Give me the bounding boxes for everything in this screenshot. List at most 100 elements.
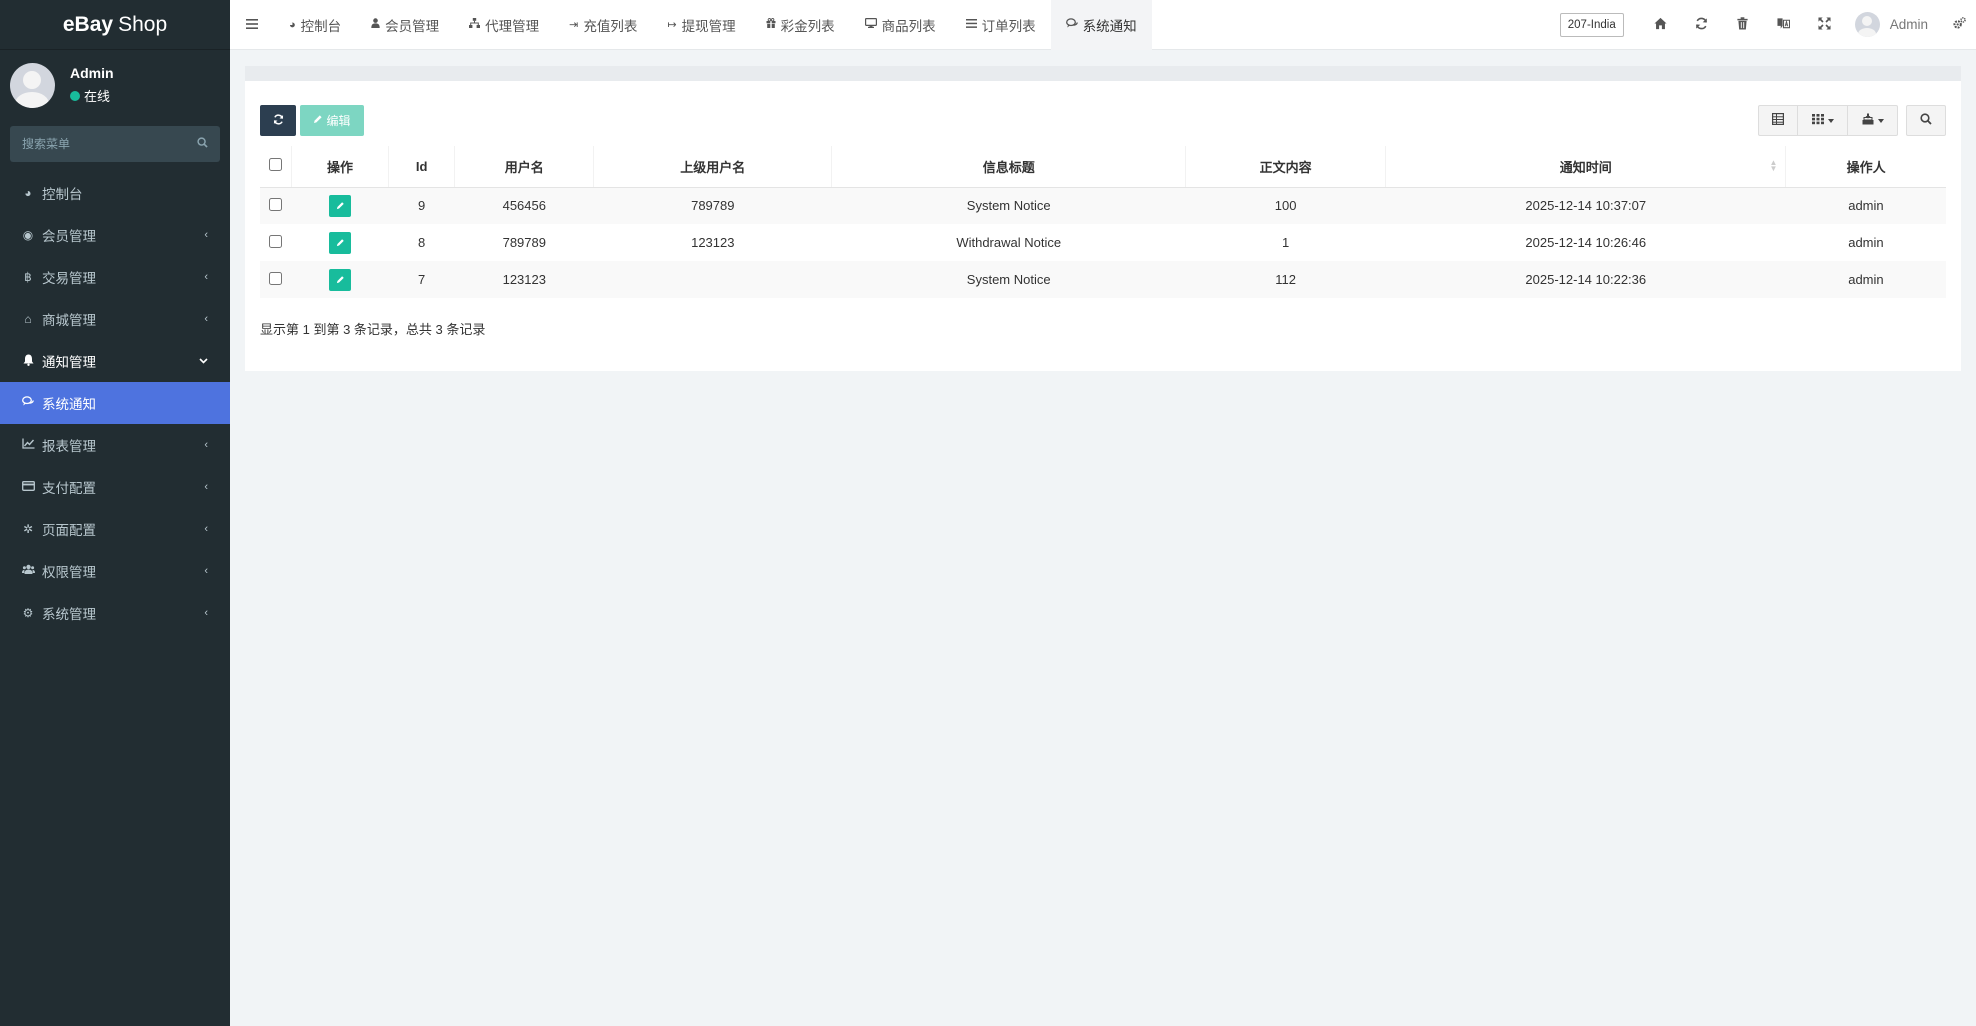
row-checkbox[interactable] [269,197,283,211]
sidebar-item-page-config[interactable]: ✲ 页面配置 ‹ [0,508,230,550]
tab-agents[interactable]: 代理管理 [454,0,554,50]
pencil-icon [336,276,344,284]
tab-label: 订单列表 [981,18,1036,34]
refresh-icon [273,113,284,128]
tab-label: 提现管理 [681,18,736,34]
cell-username: 123123 [454,261,594,298]
table-row[interactable]: 8 789789 123123 Withdrawal Notice 1 2025… [260,224,1946,261]
tab-label: 商品列表 [881,18,936,34]
sign-in-icon: ⇥ [569,19,579,31]
pagination-info: 显示第 1 到第 3 条记录，总共 3 条记录 [260,322,486,337]
tab-dashboard[interactable]: ◕ 控制台 [274,0,356,50]
table-row[interactable]: 9 456456 789789 System Notice 100 2025-1… [260,187,1946,224]
column-header-sortable[interactable]: 通知时间 ▲ ▼ [1385,146,1786,188]
sidebar-item-label: 商城管理 [42,313,96,328]
table-view-icon [1772,113,1785,128]
header-actions: 207-India Admin [1559,0,1976,50]
row-edit-button[interactable] [329,194,352,217]
row-checkbox[interactable] [269,234,283,248]
tab-system-notice[interactable]: 系统通知 [1050,0,1152,50]
tab-label: 充值列表 [583,18,638,34]
sidebar-item-system[interactable]: ⚙ 系统管理 ‹ [0,592,230,634]
chevron-left-icon: ‹ [204,607,208,619]
export-dropdown-button[interactable] [1848,105,1898,136]
online-dot-icon [70,90,80,101]
menu-toggle-button[interactable] [230,0,274,50]
credit-card-icon [20,480,36,494]
edit-button[interactable]: 编辑 [300,105,364,136]
sidebar-item-trade[interactable]: ฿ 交易管理 ‹ [0,256,230,298]
sidebar-item-label: 系统通知 [42,397,96,412]
table-header-row: 操作 Id 用户名 上级用户名 信息标题 正文内容 通知时间 ▲ ▼ 操作人 [260,146,1946,188]
column-header: 信息标题 [831,146,1186,188]
select-all-cell [260,146,292,188]
user-icon [371,18,380,31]
user-avatar [1854,12,1880,37]
tab-recharge[interactable]: ⇥ 充值列表 [554,0,652,50]
sidebar-item-system-notice[interactable]: 系统通知 [0,382,230,424]
group-icon [20,564,36,578]
hamburger-icon [246,16,258,34]
header-user-name: Admin [1889,17,1928,32]
dashboard-icon: ◕ [289,18,296,31]
sidebar-item-label: 权限管理 [42,565,96,580]
table-row[interactable]: 7 123123 System Notice 112 2025-12-14 10… [260,261,1946,298]
row-checkbox[interactable] [269,271,283,285]
select-all-checkbox[interactable] [269,158,283,172]
cell-parent-username: 789789 [593,187,832,224]
tab-label: 会员管理 [385,18,440,34]
cell-content: 100 [1185,187,1386,224]
clear-cache-button[interactable] [1722,0,1763,50]
app-logo[interactable]: eBay Shop [0,0,230,50]
sidebar-item-permissions[interactable]: 权限管理 ‹ [0,550,230,592]
trash-icon [1736,16,1749,33]
caret-down-icon [1877,118,1884,123]
home-icon [1654,17,1667,33]
cell-id: 9 [388,187,455,224]
refresh-button[interactable] [1681,0,1722,50]
fullscreen-button[interactable] [1804,0,1845,50]
cell-username: 789789 [454,224,594,261]
columns-dropdown-button[interactable] [1798,105,1848,136]
pencil-icon [336,202,344,210]
language-button[interactable] [1763,0,1804,50]
sidebar-item-dashboard[interactable]: ◕ 控制台 [0,172,230,214]
menu-search-input[interactable] [22,137,197,151]
sidebar-item-members[interactable]: ◉ 会员管理 ‹ [0,214,230,256]
cogs-icon: ⚙ [22,606,34,620]
search-icon [1920,113,1932,128]
row-edit-button[interactable] [329,231,352,254]
chevron-left-icon: ‹ [204,313,208,325]
search-icon[interactable] [197,137,208,151]
table-refresh-button[interactable] [260,105,296,136]
column-header[interactable]: Id [387,146,455,188]
sidebar-item-mall[interactable]: ⌂ 商城管理 ‹ [0,298,230,340]
column-header: 上级用户名 [593,146,832,188]
cell-operator: admin [1785,187,1946,224]
cell-title: Withdrawal Notice [831,224,1186,261]
dashboard-icon: ◕ [24,186,32,200]
region-select[interactable]: 207-India [1559,12,1624,37]
table-tools [1758,105,1946,136]
sidebar-item-payment[interactable]: 支付配置 ‹ [0,466,230,508]
tab-label: 控制台 [300,18,342,34]
logo-brand: eBay [62,12,114,36]
home-button[interactable] [1640,0,1681,50]
sidebar-item-notifications[interactable]: 通知管理 [0,340,230,382]
chevron-left-icon: ‹ [204,439,208,451]
tab-products[interactable]: 商品列表 [850,0,951,50]
tab-members[interactable]: 会员管理 [356,0,454,50]
user-status: 在线 [70,86,114,105]
sidebar-item-reports[interactable]: 报表管理 ‹ [0,424,230,466]
user-panel: Admin 在线 [0,50,230,120]
export-icon [1862,113,1874,128]
tab-withdraw[interactable]: ↦ 提现管理 [652,0,750,50]
toggle-view-button[interactable] [1758,105,1798,136]
tab-bonus[interactable]: 彩金列表 [751,0,850,50]
tab-orders[interactable]: 订单列表 [951,0,1051,50]
table-search-button[interactable] [1906,105,1946,136]
row-edit-button[interactable] [329,268,352,291]
settings-button[interactable] [1942,0,1976,50]
column-header: 操作 [291,146,389,188]
user-menu[interactable]: Admin [1845,12,1942,37]
